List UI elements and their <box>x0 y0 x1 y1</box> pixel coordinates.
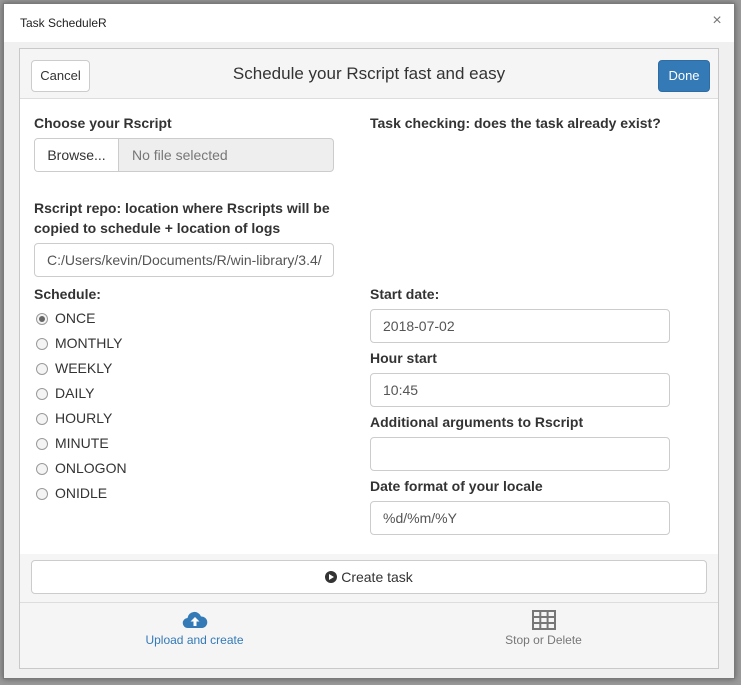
radio-label: ONIDLE <box>55 485 108 501</box>
tab-stop-or-delete[interactable]: Stop or Delete <box>369 603 718 669</box>
date-format-label: Date format of your locale <box>370 478 543 494</box>
cancel-button[interactable]: Cancel <box>31 60 90 92</box>
radio-label: HOURLY <box>55 410 113 426</box>
radio-label: WEEKLY <box>55 360 113 376</box>
window-close-icon[interactable]: × <box>708 12 726 30</box>
radio-label: MINUTE <box>55 435 109 451</box>
tab-upload-label: Upload and create <box>145 633 244 647</box>
date-format-input[interactable]: %d/%m/%Y <box>370 501 670 535</box>
start-date-label: Start date: <box>370 286 440 302</box>
radio-button[interactable] <box>36 438 48 450</box>
additional-args-input[interactable] <box>370 437 670 471</box>
gadget-header: Cancel Schedule your Rscript fast and ea… <box>20 49 718 99</box>
file-status-text: No file selected <box>132 147 228 163</box>
create-task-button[interactable]: Create task <box>31 560 707 594</box>
choose-rscript-label: Choose your Rscript <box>34 115 172 131</box>
additional-args-label: Additional arguments to Rscript <box>370 414 584 430</box>
window-titlebar: Task ScheduleR × <box>4 4 734 42</box>
rscript-repo-label-line1: Rscript repo: location where Rscripts wi… <box>34 200 330 216</box>
radio-button[interactable] <box>36 488 48 500</box>
radio-button[interactable] <box>36 363 48 375</box>
radio-button[interactable] <box>36 313 48 325</box>
app-window: Task ScheduleR × Cancel Schedule your Rs… <box>3 3 735 679</box>
radio-label: DAILY <box>55 385 95 401</box>
done-button[interactable]: Done <box>658 60 710 92</box>
hour-start-input[interactable]: 10:45 <box>370 373 670 407</box>
window-title: Task ScheduleR <box>20 16 107 30</box>
browse-button[interactable]: Browse... <box>35 139 119 171</box>
rscript-repo-label-line2: copied to schedule + location of logs <box>34 220 281 236</box>
schedule-label: Schedule: <box>34 286 101 302</box>
radio-label: MONTHLY <box>55 335 123 351</box>
radio-label: ONLOGON <box>55 460 127 476</box>
radio-button[interactable] <box>36 388 48 400</box>
gadget-panel: Cancel Schedule your Rscript fast and ea… <box>19 48 719 669</box>
tab-stop-label: Stop or Delete <box>505 633 582 647</box>
page-title: Schedule your Rscript fast and easy <box>232 64 506 83</box>
gadget-tabs: Upload and create Stop or Delete <box>20 602 718 668</box>
start-date-input[interactable]: 2018-07-02 <box>370 309 670 343</box>
task-checking-label: Task checking: does the task already exi… <box>370 115 661 131</box>
radio-button[interactable] <box>36 338 48 350</box>
create-task-label: Create task <box>341 569 413 585</box>
rscript-repo-input[interactable]: C:/Users/kevin/Documents/R/win-library/3… <box>34 243 334 277</box>
radio-label: ONCE <box>55 310 96 326</box>
play-circle-icon <box>325 571 338 583</box>
radio-button[interactable] <box>36 413 48 425</box>
file-input-group: Browse... No file selected <box>34 138 334 172</box>
tab-upload-and-create[interactable]: Upload and create <box>20 603 369 669</box>
radio-button[interactable] <box>36 463 48 475</box>
table-icon <box>531 610 556 630</box>
cloud-upload-icon <box>182 611 207 629</box>
create-task-bar: Create task <box>20 554 718 602</box>
hour-start-label: Hour start <box>370 350 437 366</box>
